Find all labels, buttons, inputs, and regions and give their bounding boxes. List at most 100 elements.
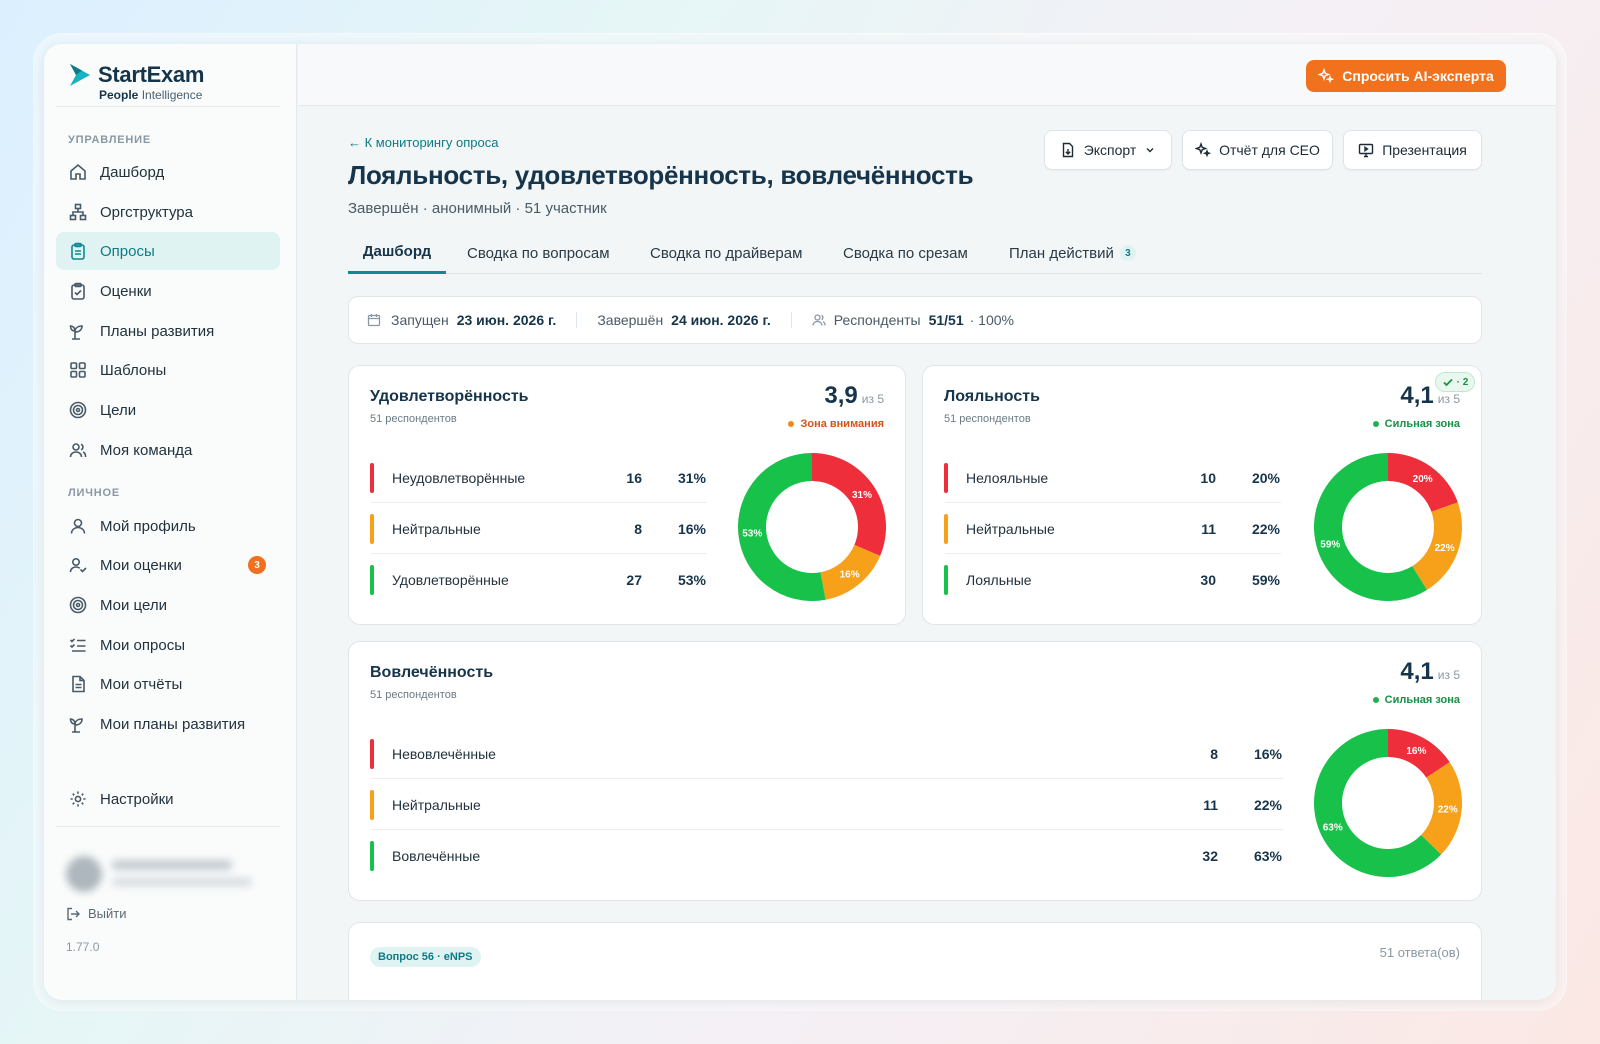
- card-subtitle: 51 респондентов: [944, 413, 1031, 425]
- donut-slice-label: 22%: [1438, 805, 1458, 816]
- row-label: Неудовлетворённые: [392, 469, 526, 486]
- sidebar-item-my-goals[interactable]: Мои цели: [56, 586, 280, 624]
- sidebar-item-dev-plans[interactable]: Планы развития: [56, 312, 280, 350]
- sidebar-item-my-reports[interactable]: Мои отчёты: [56, 665, 280, 703]
- sidebar-item-label: Оценки: [100, 282, 152, 300]
- row-percent: 16%: [677, 520, 706, 537]
- tab-action-plan[interactable]: План действий 3: [1009, 232, 1136, 274]
- score: 3,9 из 5: [824, 382, 884, 410]
- color-bar: [370, 564, 374, 595]
- sidebar-item-label: Мои оценки: [100, 556, 182, 574]
- back-to-monitoring-link[interactable]: ← К мониторингу опроса: [348, 135, 498, 150]
- row-divider: [945, 502, 1281, 503]
- card-title: Удовлетворённость: [370, 388, 529, 405]
- logo-mark-icon: [70, 64, 90, 86]
- donut-slice-label: 63%: [1323, 822, 1343, 833]
- finished-label: Завершён: [597, 312, 664, 328]
- sidebar-item-dashboard[interactable]: Дашборд: [56, 153, 280, 191]
- list-check-icon: [68, 635, 88, 655]
- sidebar-item-templates[interactable]: Шаблоны: [56, 351, 280, 389]
- color-bar: [370, 738, 374, 769]
- row-divider: [371, 778, 1283, 779]
- presentation-button[interactable]: Презентация: [1343, 130, 1482, 170]
- sidebar-divider: [56, 826, 280, 827]
- zone-text: Зона внимания: [800, 418, 884, 430]
- score-value: 4,1: [1400, 658, 1434, 685]
- sidebar-item-label: Опросы: [100, 242, 155, 260]
- breakdown-row: Удовлетворённые 27 53%: [370, 554, 706, 605]
- sidebar-item-my-team[interactable]: Моя команда: [56, 431, 280, 469]
- zone-label: Сильная зона: [1372, 694, 1460, 706]
- brand-tagline: People Intelligence: [99, 88, 203, 102]
- row-count: 16: [626, 469, 642, 486]
- respondents-value: 51/51: [928, 312, 964, 328]
- user-card[interactable]: [66, 852, 256, 896]
- ceo-report-button[interactable]: Отчёт для CEO: [1182, 130, 1333, 170]
- loyalty-donut-chart: 20% 22% 59%: [1314, 453, 1462, 601]
- sidebar-item-label: Мои отчёты: [100, 675, 183, 693]
- donut-slice-label: 53%: [742, 529, 762, 540]
- sidebar-item-orgstructure[interactable]: Оргструктура: [56, 193, 280, 231]
- app-window: StartExam People Intelligence УПРАВЛЕНИЕ…: [44, 44, 1556, 1000]
- row-label: Удовлетворённые: [392, 571, 509, 588]
- respondents-percent: · 100%: [969, 312, 1014, 328]
- launched-date: 23 июн. 2026 г.: [456, 312, 557, 328]
- zone-text: Сильная зона: [1384, 694, 1460, 706]
- score-value: 4,1: [1400, 382, 1434, 409]
- breakdown-row: Нелояльные 10 20%: [944, 452, 1280, 503]
- row-divider: [371, 829, 1283, 830]
- score-value: 3,9: [824, 382, 858, 409]
- sparkles-icon: [1195, 142, 1212, 158]
- sidebar-divider: [56, 106, 280, 107]
- sidebar-item-my-surveys[interactable]: Мои опросы: [56, 626, 280, 664]
- tab-count-badge: 3: [1119, 245, 1136, 261]
- logout-link[interactable]: Выйти: [66, 906, 127, 921]
- export-button[interactable]: Экспорт: [1044, 130, 1172, 170]
- sidebar-item-label: Мои опросы: [100, 636, 185, 654]
- user-icon: [68, 516, 88, 536]
- home-icon: [68, 162, 88, 182]
- sidebar-item-goals[interactable]: Цели: [56, 391, 280, 429]
- row-percent: 22%: [1253, 796, 1282, 813]
- section-label-manage: УПРАВЛЕНИЕ: [68, 134, 151, 146]
- zone-label: Зона внимания: [788, 418, 884, 430]
- question-card: Вопрос 56 · eNPS 51 ответа(ов): [348, 922, 1482, 1000]
- row-count: 30: [1200, 571, 1216, 588]
- breakdown-row: Вовлечённые 32 63%: [370, 830, 1282, 881]
- breakdown-row: Нейтральные 11 22%: [944, 503, 1280, 554]
- row-count: 32: [1202, 847, 1218, 864]
- presentation-icon: [1359, 143, 1374, 158]
- users-icon: [68, 440, 88, 460]
- finished-date: 24 июн. 2026 г.: [671, 312, 771, 328]
- sidebar-item-my-profile[interactable]: Мой профиль: [56, 507, 280, 545]
- donut-slice[interactable]: [812, 453, 886, 556]
- breakdown-row: Лояльные 30 59%: [944, 554, 1280, 605]
- question-pill: Вопрос 56 · eNPS: [370, 947, 481, 967]
- logout-icon: [67, 907, 80, 920]
- sidebar-item-my-dev-plans[interactable]: Мои планы развития: [56, 705, 280, 743]
- sidebar-item-my-assessments[interactable]: Мои оценки 3: [56, 546, 280, 584]
- sidebar-item-surveys[interactable]: Опросы: [56, 232, 280, 270]
- tab-slices-summary[interactable]: Сводка по срезам: [843, 232, 968, 274]
- ask-ai-expert-button[interactable]: Спросить AI-эксперта: [1306, 60, 1506, 92]
- tab-drivers-summary[interactable]: Сводка по драйверам: [650, 232, 802, 274]
- card-subtitle: 51 респондентов: [370, 413, 457, 425]
- sidebar-item-settings[interactable]: Настройки: [56, 780, 280, 818]
- user-name-redacted: [112, 860, 232, 870]
- clipboard-check-icon: [68, 281, 88, 301]
- sidebar-item-assessments[interactable]: Оценки: [56, 272, 280, 310]
- clipboard-icon: [68, 241, 88, 261]
- tab-dashboard[interactable]: Дашборд: [348, 232, 446, 274]
- launched-label: Запущен: [391, 312, 449, 328]
- brand-logo[interactable]: StartExam People Intelligence: [68, 60, 288, 104]
- user-check-icon: [68, 555, 88, 575]
- score: 4,1 из 5: [1400, 382, 1460, 410]
- row-percent: 53%: [677, 571, 706, 588]
- row-label: Вовлечённые: [392, 847, 481, 864]
- donut-slice-label: 16%: [1406, 746, 1426, 757]
- color-bar: [944, 462, 948, 493]
- score-scale: из 5: [861, 392, 884, 406]
- row-divider: [371, 553, 707, 554]
- sparkles-icon: [1318, 68, 1335, 84]
- tab-questions-summary[interactable]: Сводка по вопросам: [467, 232, 610, 274]
